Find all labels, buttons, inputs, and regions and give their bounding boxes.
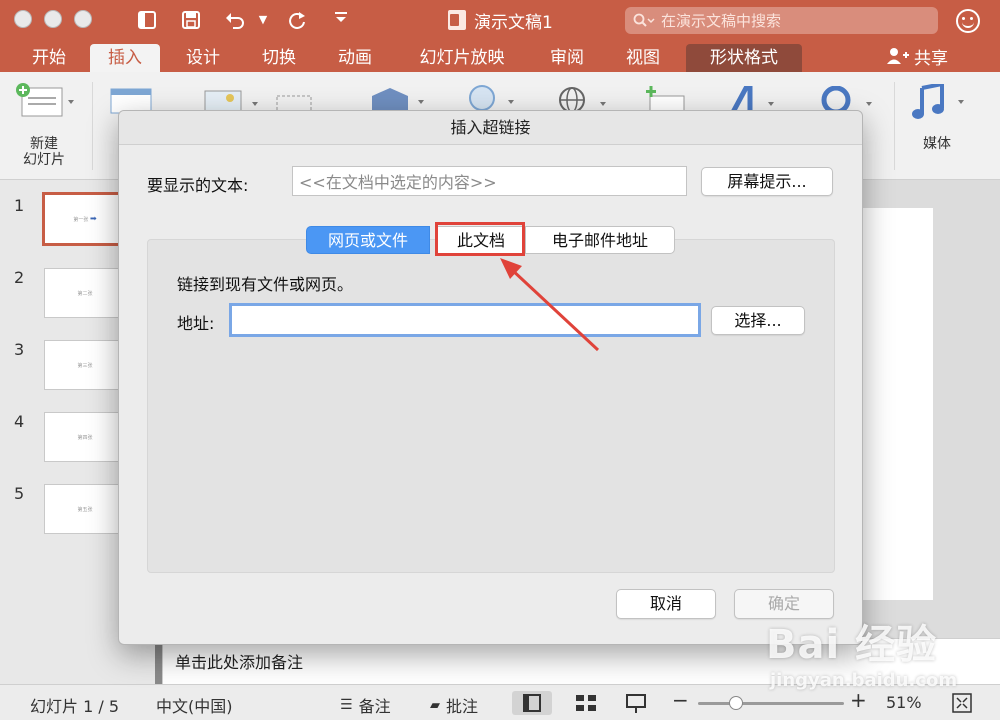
save-icon[interactable] bbox=[178, 7, 204, 33]
slide-number: 5 bbox=[14, 484, 25, 503]
screen-tip-button[interactable]: 屏幕提示... bbox=[701, 167, 833, 196]
title-bar: ▼ 演示文稿1 在演示文稿中搜索 bbox=[0, 0, 1000, 40]
zoom-level[interactable]: 51% bbox=[886, 693, 922, 712]
baidu-watermark: Bai 经验 bbox=[766, 622, 938, 668]
cancel-button[interactable]: 取消 bbox=[616, 589, 716, 619]
zoom-in-button[interactable]: + bbox=[850, 688, 867, 712]
fit-window-icon bbox=[952, 693, 972, 713]
slide-count: 幻灯片 1 / 5 bbox=[30, 697, 120, 716]
slide-number: 2 bbox=[14, 268, 25, 287]
media-label: 媒体 bbox=[923, 136, 951, 152]
slide-number: 3 bbox=[14, 340, 25, 359]
comment-icon: ▰ bbox=[430, 697, 440, 713]
display-text-value: <<在文档中选定的内容>> bbox=[299, 173, 497, 192]
language-indicator[interactable]: 中文(中国) bbox=[156, 693, 233, 717]
new-slide-label: 新建 幻灯片 bbox=[14, 136, 74, 168]
address-label: 地址: bbox=[177, 314, 215, 333]
tab-review[interactable]: 审阅 bbox=[534, 44, 600, 72]
zoom-window-button[interactable] bbox=[74, 10, 92, 28]
baidu-watermark-url: jingyan.baidu.com bbox=[770, 670, 958, 691]
annotation-highlight-box bbox=[435, 222, 525, 256]
presenter-view-button[interactable] bbox=[616, 691, 656, 715]
customize-toolbar-icon[interactable] bbox=[328, 7, 354, 33]
slide-thumbnail-4[interactable]: 第四张 bbox=[44, 412, 126, 462]
ribbon-divider bbox=[92, 82, 93, 170]
tab-home[interactable]: 开始 bbox=[16, 44, 82, 72]
ribbon-tabs: 开始 插入 设计 切换 动画 幻灯片放映 审阅 视图 形状格式 bbox=[0, 40, 1000, 72]
slide-number: 1 bbox=[14, 196, 25, 215]
undo-dropdown-icon[interactable]: ▼ bbox=[250, 7, 276, 33]
notes-icon: ☰ bbox=[340, 697, 353, 713]
notes-label: 备注 bbox=[358, 697, 391, 716]
tab-transitions[interactable]: 切换 bbox=[246, 44, 312, 72]
notes-toggle-button[interactable]: ☰ 备注 bbox=[340, 693, 391, 717]
slide-thumbnail-text: 第三张 bbox=[77, 363, 93, 369]
slide-thumbnail-text: 第一张 bbox=[73, 217, 89, 223]
powerpoint-file-icon bbox=[448, 10, 466, 30]
choose-button[interactable]: 选择... bbox=[711, 306, 805, 335]
slide-thumbnail-5[interactable]: 第五张 bbox=[44, 484, 126, 534]
document-title: 演示文稿1 bbox=[448, 8, 553, 33]
normal-view-button[interactable] bbox=[512, 691, 552, 715]
share-button[interactable]: 共享 bbox=[886, 44, 948, 69]
slide-number: 4 bbox=[14, 412, 25, 431]
slide-thumbnail-2[interactable]: 第二张 bbox=[44, 268, 126, 318]
undo-icon[interactable] bbox=[222, 7, 248, 33]
share-label: 共享 bbox=[914, 48, 948, 69]
grid-view-icon bbox=[576, 695, 596, 711]
slide-thumbnail-text: 第四张 bbox=[77, 435, 93, 441]
insert-hyperlink-dialog: 插入超链接 要显示的文本: <<在文档中选定的内容>> 屏幕提示... 网页或文… bbox=[118, 110, 863, 645]
close-window-button[interactable] bbox=[14, 10, 32, 28]
slide-thumbnail-text: 第五张 bbox=[77, 507, 93, 513]
minimize-window-button[interactable] bbox=[44, 10, 62, 28]
tab-insert[interactable]: 插入 bbox=[90, 44, 160, 72]
arrow-shape-icon: ➡ bbox=[89, 214, 97, 223]
comments-toggle-button[interactable]: ▰ 批注 bbox=[430, 693, 478, 717]
tab-shape-format[interactable]: 形状格式 bbox=[686, 44, 802, 72]
panel-heading: 链接到现有文件或网页。 bbox=[177, 275, 354, 294]
search-icon bbox=[633, 13, 655, 27]
sidebar-toggle-icon[interactable] bbox=[134, 7, 160, 33]
tab-email-address[interactable]: 电子邮件地址 bbox=[525, 226, 675, 254]
new-slide-icon[interactable] bbox=[14, 82, 76, 122]
media-music-icon[interactable] bbox=[912, 81, 970, 124]
tab-design[interactable]: 设计 bbox=[170, 44, 236, 72]
slide-thumbnail-3[interactable]: 第三张 bbox=[44, 340, 126, 390]
search-input[interactable]: 在演示文稿中搜索 bbox=[625, 7, 938, 34]
tab-view[interactable]: 视图 bbox=[610, 44, 676, 72]
document-title-text: 演示文稿1 bbox=[474, 12, 553, 33]
slide-thumbnail-1[interactable]: 第一张 ➡ bbox=[42, 192, 128, 246]
address-input[interactable] bbox=[229, 303, 701, 337]
tab-slideshow[interactable]: 幻灯片放映 bbox=[400, 44, 524, 72]
new-slide-label-line2: 幻灯片 bbox=[23, 152, 65, 168]
add-person-icon bbox=[887, 48, 909, 64]
zoom-slider[interactable] bbox=[698, 696, 844, 710]
display-text-label: 要显示的文本: bbox=[147, 176, 249, 195]
dialog-title: 插入超链接 bbox=[119, 111, 862, 145]
display-text-input[interactable]: <<在文档中选定的内容>> bbox=[292, 166, 687, 196]
slide-sorter-view-button[interactable] bbox=[566, 691, 606, 715]
ribbon-divider bbox=[894, 82, 895, 170]
fit-to-window-button[interactable] bbox=[948, 691, 976, 715]
zoom-slider-handle[interactable] bbox=[728, 696, 743, 710]
tab-animations[interactable]: 动画 bbox=[322, 44, 388, 72]
comments-label: 批注 bbox=[446, 697, 479, 716]
tab-web-page-or-file[interactable]: 网页或文件 bbox=[306, 226, 430, 254]
presentation-icon bbox=[626, 694, 646, 713]
redo-icon[interactable] bbox=[284, 7, 310, 33]
search-placeholder: 在演示文稿中搜索 bbox=[661, 12, 782, 30]
normal-view-icon bbox=[523, 694, 541, 712]
slide-thumbnail-text: 第二张 bbox=[77, 291, 93, 297]
zoom-out-button[interactable]: − bbox=[672, 688, 689, 712]
feedback-smiley-icon[interactable] bbox=[956, 9, 980, 33]
new-slide-label-line1: 新建 bbox=[30, 136, 58, 152]
